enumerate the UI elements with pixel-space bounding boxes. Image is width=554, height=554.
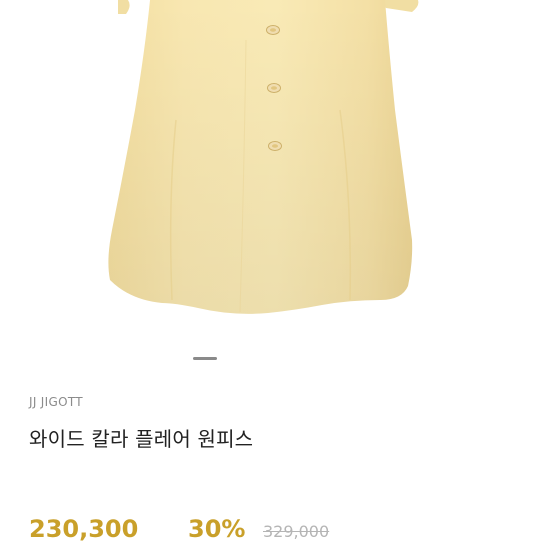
brand-name[interactable]: JJ JIGOTT — [29, 395, 83, 409]
sale-price: 230,300 — [29, 515, 139, 543]
product-image[interactable] — [0, 0, 554, 340]
dress-illustration — [108, 0, 419, 314]
discount-rate: 30% — [188, 515, 246, 543]
image-pager-indicator[interactable] — [193, 357, 217, 360]
collar-left — [118, 0, 130, 14]
product-title: 와이드 칼라 플레어 원피스 — [29, 427, 254, 451]
price-row: 230,300 30% 329,000 — [29, 515, 549, 551]
original-price: 329,000 — [263, 522, 330, 541]
dress-shading — [108, 0, 413, 314]
product-detail-page: JJ JIGOTT 와이드 칼라 플레어 원피스 230,300 30% 329… — [0, 0, 554, 554]
